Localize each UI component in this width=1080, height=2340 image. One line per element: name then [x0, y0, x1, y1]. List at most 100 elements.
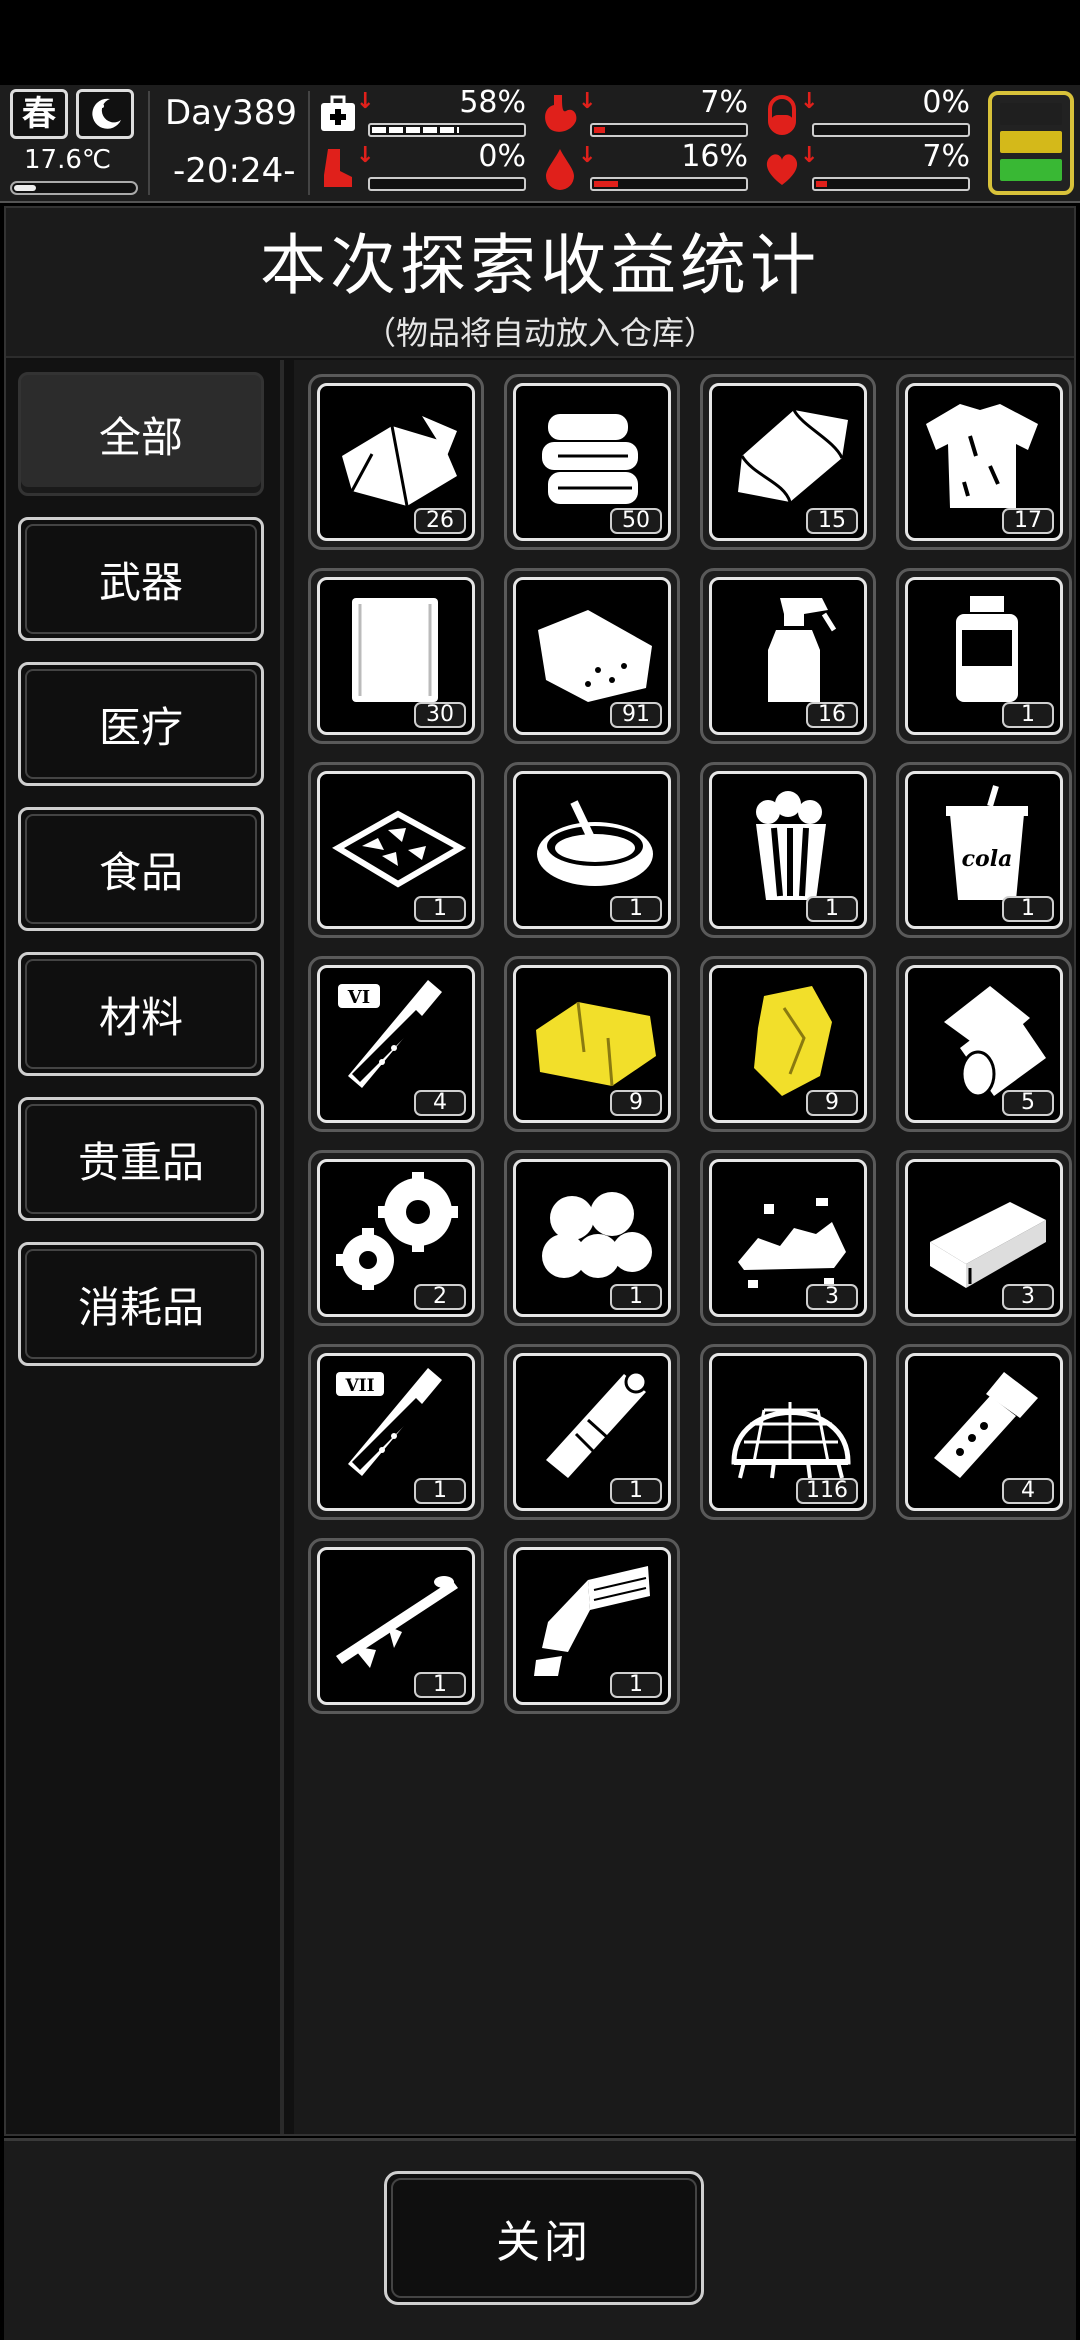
item-slot-frame: cola 1	[905, 771, 1063, 929]
stat-mood[interactable]: ↓ 7%	[762, 139, 976, 195]
flashlight-icon	[934, 1372, 1038, 1478]
item-slot[interactable]: 50	[504, 374, 680, 550]
item-quantity: 1	[610, 896, 662, 922]
item-slot-frame: 1	[513, 1353, 671, 1511]
item-slot[interactable]: 9	[700, 956, 876, 1132]
rocket-launcher-icon	[336, 1576, 458, 1668]
category-tab-food[interactable]: 食品	[18, 807, 264, 931]
down-arrow-icon: ↓	[356, 143, 375, 168]
item-slot[interactable]: 1	[504, 1150, 680, 1326]
item-slot[interactable]: VI 4	[308, 956, 484, 1132]
item-slot[interactable]: 15	[700, 374, 876, 550]
cotton-balls-icon	[542, 1192, 652, 1278]
item-slot[interactable]: 9	[504, 956, 680, 1132]
stomach-icon	[540, 91, 580, 137]
down-arrow-icon: ↓	[800, 143, 819, 168]
stat-thirst[interactable]: ↓ 16%	[540, 139, 754, 195]
item-quantity: 1	[806, 896, 858, 922]
gold-nugget-icon	[754, 986, 832, 1096]
item-grid: 26 50 15 17 30 91 16 1 1 1 1 cola 1 VI 4 9 9 5 2 1 3 3 VII 1 1 11…	[294, 360, 1074, 2134]
item-slot[interactable]: 30	[308, 568, 484, 744]
stat-health[interactable]: ↓ 58%	[318, 85, 532, 141]
stat-value: 7%	[700, 85, 748, 120]
item-quantity: 91	[610, 702, 662, 728]
stat-value: 0%	[922, 85, 970, 120]
item-slot[interactable]: 3	[700, 1150, 876, 1326]
item-slot[interactable]: 1	[308, 1538, 484, 1714]
item-slot-frame: 3	[709, 1159, 867, 1317]
item-slot[interactable]: 1	[504, 1538, 680, 1714]
thermometer-bar	[10, 181, 138, 195]
cola-cup-icon: cola	[946, 785, 1028, 900]
item-slot[interactable]: 91	[504, 568, 680, 744]
soup-bowl-icon	[537, 800, 653, 886]
item-slot[interactable]: 26	[308, 374, 484, 550]
test-tube-vii-icon: VII	[336, 1368, 442, 1476]
game-clock: -20:24-	[173, 151, 296, 191]
item-slot-frame: 50	[513, 383, 671, 541]
category-label: 消耗品	[77, 1282, 204, 1332]
item-slot-frame: 5	[905, 965, 1063, 1123]
stat-bar	[812, 177, 970, 191]
item-slot-frame: 30	[317, 577, 475, 735]
first-aid-kit-icon	[318, 91, 358, 137]
item-slot[interactable]: 1	[308, 762, 484, 938]
svg-text:cola: cola	[962, 846, 1013, 872]
svg-text:VI: VI	[347, 987, 370, 1008]
folded-cloth-icon	[738, 409, 848, 503]
item-slot[interactable]: 116	[700, 1344, 876, 1520]
exploration-results-panel: 本次探索收益统计 （物品将自动放入仓库） 全部 武器 医疗 食品 材料 贵重品 …	[4, 206, 1076, 2136]
folded-towels-icon	[542, 414, 638, 504]
category-tab-all[interactable]: 全部	[18, 372, 264, 496]
svg-text:VII: VII	[344, 1376, 374, 1396]
stat-hunger[interactable]: ↓ 7%	[540, 85, 754, 141]
thermometer-fill	[14, 185, 36, 191]
item-slot[interactable]: 3	[896, 1150, 1072, 1326]
item-slot-frame: 1	[513, 771, 671, 929]
battery-indicator[interactable]	[988, 91, 1074, 195]
category-tab-valuables[interactable]: 贵重品	[18, 1097, 264, 1221]
item-quantity: 1	[414, 1478, 466, 1504]
item-quantity: 3	[806, 1284, 858, 1310]
item-slot[interactable]: VII 1	[308, 1344, 484, 1520]
stuffed-bag-icon	[538, 610, 652, 702]
category-tab-consumables[interactable]: 消耗品	[18, 1242, 264, 1366]
metal-bar-icon	[930, 1202, 1046, 1288]
close-button[interactable]: 关闭	[384, 2171, 704, 2305]
item-slot[interactable]: 4	[896, 1344, 1072, 1520]
item-quantity: 3	[1002, 1284, 1054, 1310]
snack-tray-icon	[332, 810, 466, 888]
item-slot-frame: 26	[317, 383, 475, 541]
category-tab-medical[interactable]: 医疗	[18, 662, 264, 786]
stat-stamina[interactable]: ↓ 0%	[318, 139, 532, 195]
temperature-readout: 17.6℃	[24, 145, 112, 175]
stat-bar-fill	[816, 181, 827, 187]
item-slot[interactable]: 2	[308, 1150, 484, 1326]
stat-bar	[590, 177, 748, 191]
item-slot-frame: 17	[905, 383, 1063, 541]
item-slot[interactable]: 1	[896, 568, 1072, 744]
item-slot[interactable]: 5	[896, 956, 1072, 1132]
item-slot-frame: 91	[513, 577, 671, 735]
item-quantity: 26	[414, 508, 466, 534]
panel-header: 本次探索收益统计 （物品将自动放入仓库）	[6, 208, 1074, 358]
item-slot[interactable]: 1	[700, 762, 876, 938]
popcorn-icon	[756, 791, 826, 900]
item-slot[interactable]: 16	[700, 568, 876, 744]
item-slot-frame: 2	[317, 1159, 475, 1317]
paper-sheets-icon	[352, 598, 438, 702]
category-label: 材料	[98, 992, 183, 1042]
stat-medicine[interactable]: ↓ 0%	[762, 85, 976, 141]
item-slot[interactable]: 1	[504, 1344, 680, 1520]
item-slot[interactable]: 1	[504, 762, 680, 938]
divider	[308, 91, 310, 195]
stat-bar	[368, 123, 526, 137]
category-tab-weapons[interactable]: 武器	[18, 517, 264, 641]
item-slot[interactable]: cola 1	[896, 762, 1072, 938]
stat-bar	[812, 123, 970, 137]
yellow-cloth-icon	[536, 1001, 656, 1087]
category-label: 贵重品	[77, 1137, 204, 1187]
item-slot[interactable]: 17	[896, 374, 1072, 550]
category-tab-materials[interactable]: 材料	[18, 952, 264, 1076]
item-quantity: 1	[414, 896, 466, 922]
